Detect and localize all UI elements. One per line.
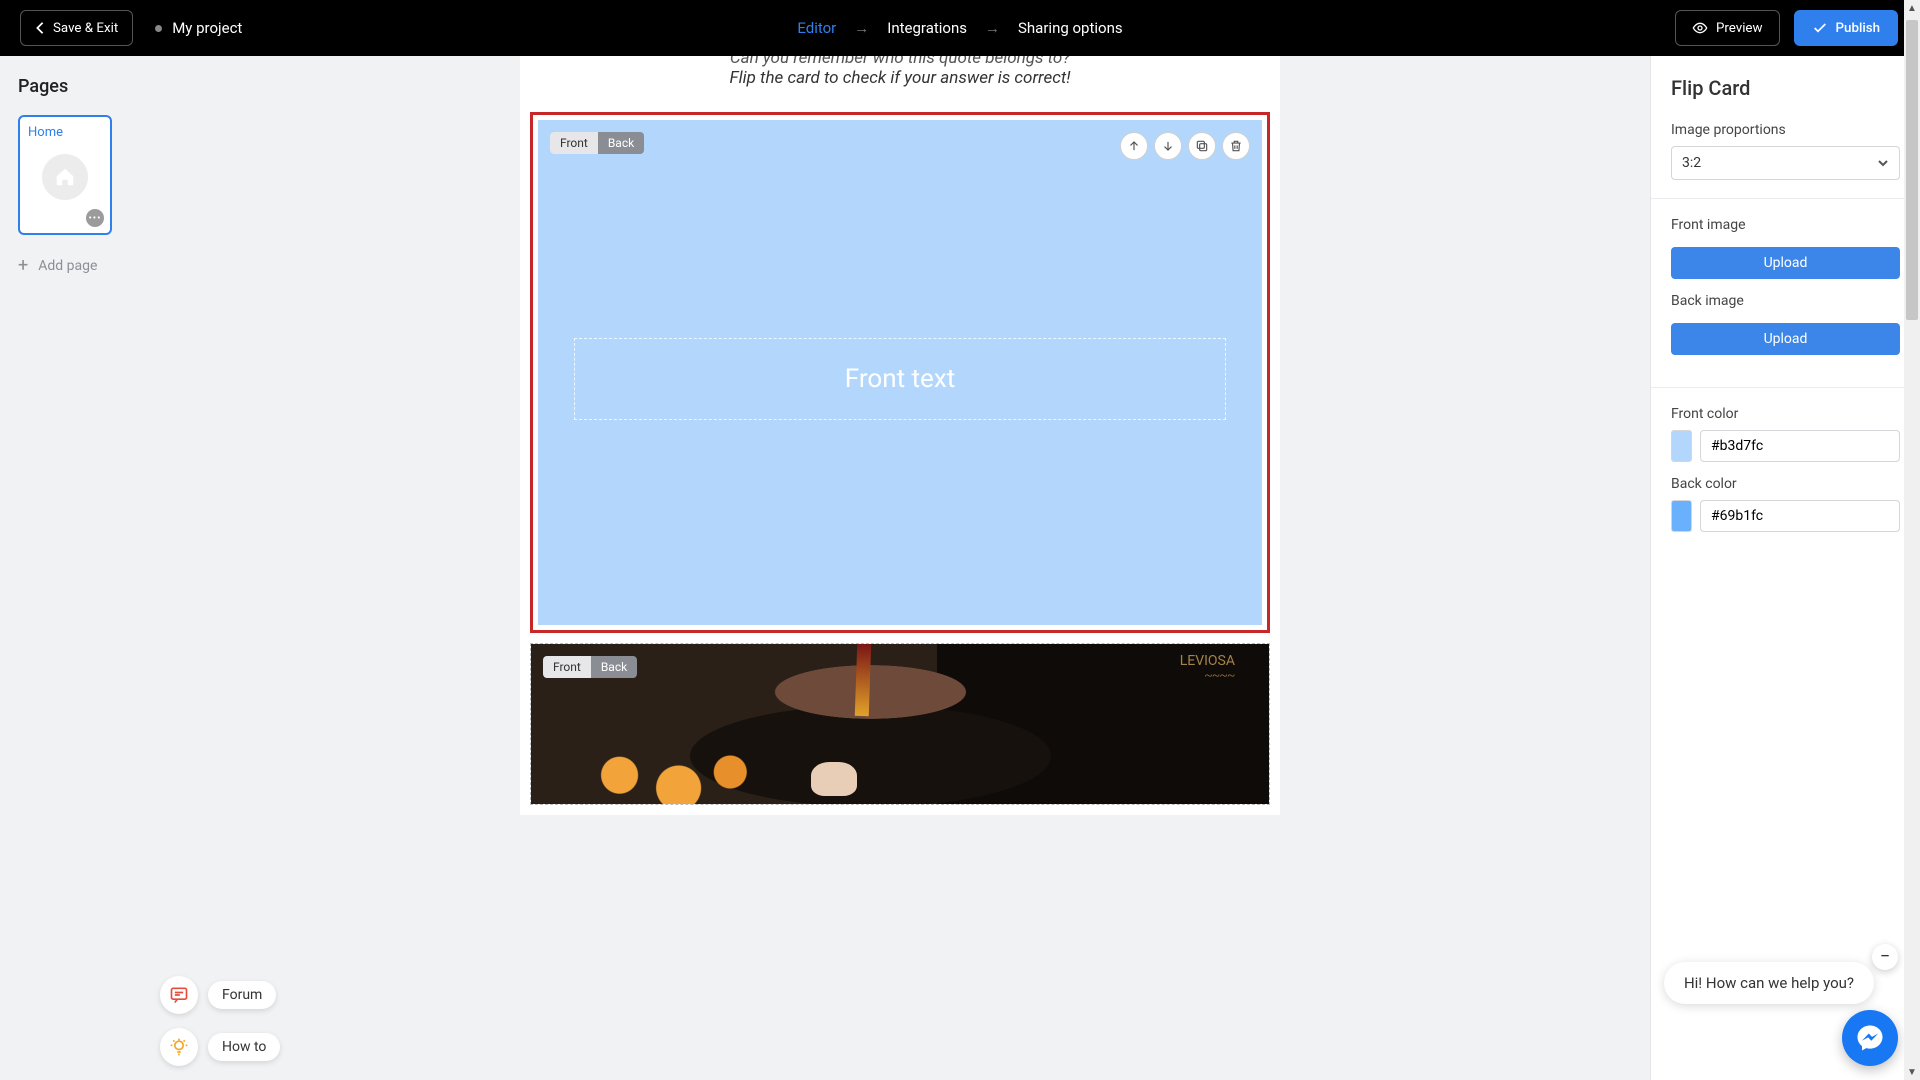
add-page-label: Add page <box>38 258 97 274</box>
messenger-icon <box>1855 1023 1885 1053</box>
publish-label: Publish <box>1836 21 1880 36</box>
flipcard-front[interactable]: Front Back Front text <box>538 120 1262 625</box>
front-image-label: Front image <box>1671 217 1900 233</box>
flipcard-block-selected[interactable]: Front Back Front text <box>530 112 1270 633</box>
photo-detail-tie <box>854 644 871 716</box>
scroll-thumb[interactable] <box>1906 20 1918 320</box>
card-photo <box>531 644 1269 804</box>
divider <box>1651 387 1920 388</box>
upload-front-image-button[interactable]: Upload <box>1671 247 1900 279</box>
delete-button[interactable] <box>1222 132 1250 160</box>
intro-line-2: Flip the card to check if your answer is… <box>560 68 1240 88</box>
help-buttons: Forum How to <box>160 976 280 1066</box>
document: Can you remember who this quote belongs … <box>520 56 1280 815</box>
arrow-right-icon: → <box>854 19 869 37</box>
block-toolbar <box>1120 132 1250 160</box>
trash-icon <box>1229 139 1243 153</box>
pages-title: Pages <box>18 76 132 97</box>
photo-detail-text: LEVIOSA~~~~ <box>1180 654 1235 685</box>
chat-launcher-button[interactable] <box>1842 1010 1898 1066</box>
scroll-up-arrow-icon[interactable]: ▲ <box>1904 0 1920 16</box>
howto-button[interactable] <box>160 1028 198 1066</box>
move-down-button[interactable] <box>1154 132 1182 160</box>
preview-button[interactable]: Preview <box>1675 10 1780 46</box>
front-color-label: Front color <box>1671 406 1900 422</box>
preview-label: Preview <box>1716 21 1763 36</box>
back-color-swatch[interactable] <box>1671 500 1692 532</box>
editor-canvas[interactable]: Can you remember who this quote belongs … <box>150 56 1650 1080</box>
scroll-down-arrow-icon[interactable]: ▼ <box>1904 1064 1920 1080</box>
toggle-front-button[interactable]: Front <box>543 656 591 678</box>
page-thumbnail-home[interactable]: Home ••• <box>18 115 112 235</box>
publish-button[interactable]: Publish <box>1794 10 1898 46</box>
photo-detail-hand <box>811 762 857 796</box>
front-back-toggle: Front Back <box>543 656 637 678</box>
move-up-button[interactable] <box>1120 132 1148 160</box>
arrow-down-icon <box>1161 139 1175 153</box>
chevron-left-icon <box>35 21 45 35</box>
chat-greeting-bubble[interactable]: Hi! How can we help you? <box>1664 962 1874 1004</box>
plus-icon: + <box>18 257 28 275</box>
forum-label[interactable]: Forum <box>208 981 276 1009</box>
properties-title: Flip Card <box>1671 76 1900 100</box>
back-color-input[interactable] <box>1700 500 1900 532</box>
front-back-toggle: Front Back <box>550 132 644 154</box>
back-image-label: Back image <box>1671 293 1900 309</box>
front-text-input[interactable]: Front text <box>574 338 1226 420</box>
unsaved-dot-icon <box>155 25 162 32</box>
check-icon <box>1812 20 1828 36</box>
step-editor[interactable]: Editor <box>797 19 836 37</box>
pages-sidebar: Pages Home ••• + Add page <box>0 56 150 1080</box>
page-thumbnail-label: Home <box>28 125 102 140</box>
forum-button[interactable] <box>160 976 198 1014</box>
home-icon <box>42 154 88 200</box>
intro-line-1: Can you remember who this quote belongs … <box>560 56 1240 68</box>
duplicate-button[interactable] <box>1188 132 1216 160</box>
lightbulb-icon <box>169 1037 189 1057</box>
toggle-back-button[interactable]: Back <box>598 132 644 154</box>
arrow-up-icon <box>1127 139 1141 153</box>
flipcard-front-photo[interactable]: LEVIOSA~~~~ Front Back <box>531 644 1269 804</box>
upload-back-image-button[interactable]: Upload <box>1671 323 1900 355</box>
toggle-front-button[interactable]: Front <box>550 132 598 154</box>
proportions-value: 3:2 <box>1682 155 1701 171</box>
proportions-label: Image proportions <box>1671 122 1900 138</box>
divider <box>1651 198 1920 199</box>
back-color-label: Back color <box>1671 476 1900 492</box>
add-page-button[interactable]: + Add page <box>18 257 132 275</box>
step-sharing[interactable]: Sharing options <box>1018 19 1123 37</box>
nav-steps: Editor → Integrations → Sharing options <box>797 19 1122 37</box>
arrow-right-icon: → <box>985 19 1000 37</box>
proportions-select[interactable]: 3:2 <box>1671 146 1900 180</box>
intro-text[interactable]: Can you remember who this quote belongs … <box>520 56 1280 106</box>
howto-label[interactable]: How to <box>208 1033 280 1061</box>
toggle-back-button[interactable]: Back <box>591 656 637 678</box>
chat-icon <box>169 985 189 1005</box>
window-scrollbar[interactable]: ▲ ▼ <box>1904 0 1920 1080</box>
step-integrations[interactable]: Integrations <box>887 19 967 37</box>
top-right-actions: Preview Publish <box>1675 10 1898 46</box>
project-name-label: My project <box>172 19 242 37</box>
save-exit-button[interactable]: Save & Exit <box>20 10 133 46</box>
chat-dismiss-button[interactable]: − <box>1872 944 1898 970</box>
properties-panel: Flip Card Image proportions 3:2 Front im… <box>1650 56 1920 1080</box>
front-color-input[interactable] <box>1700 430 1900 462</box>
project-title[interactable]: My project <box>155 19 242 37</box>
top-bar: Save & Exit My project Editor → Integrat… <box>0 0 1920 56</box>
front-color-swatch[interactable] <box>1671 430 1692 462</box>
eye-icon <box>1692 20 1708 36</box>
save-exit-label: Save & Exit <box>53 21 118 36</box>
flipcard-block[interactable]: LEVIOSA~~~~ Front Back <box>530 643 1270 805</box>
chevron-down-icon <box>1877 157 1889 169</box>
copy-icon <box>1195 139 1209 153</box>
page-options-button[interactable]: ••• <box>86 209 104 227</box>
